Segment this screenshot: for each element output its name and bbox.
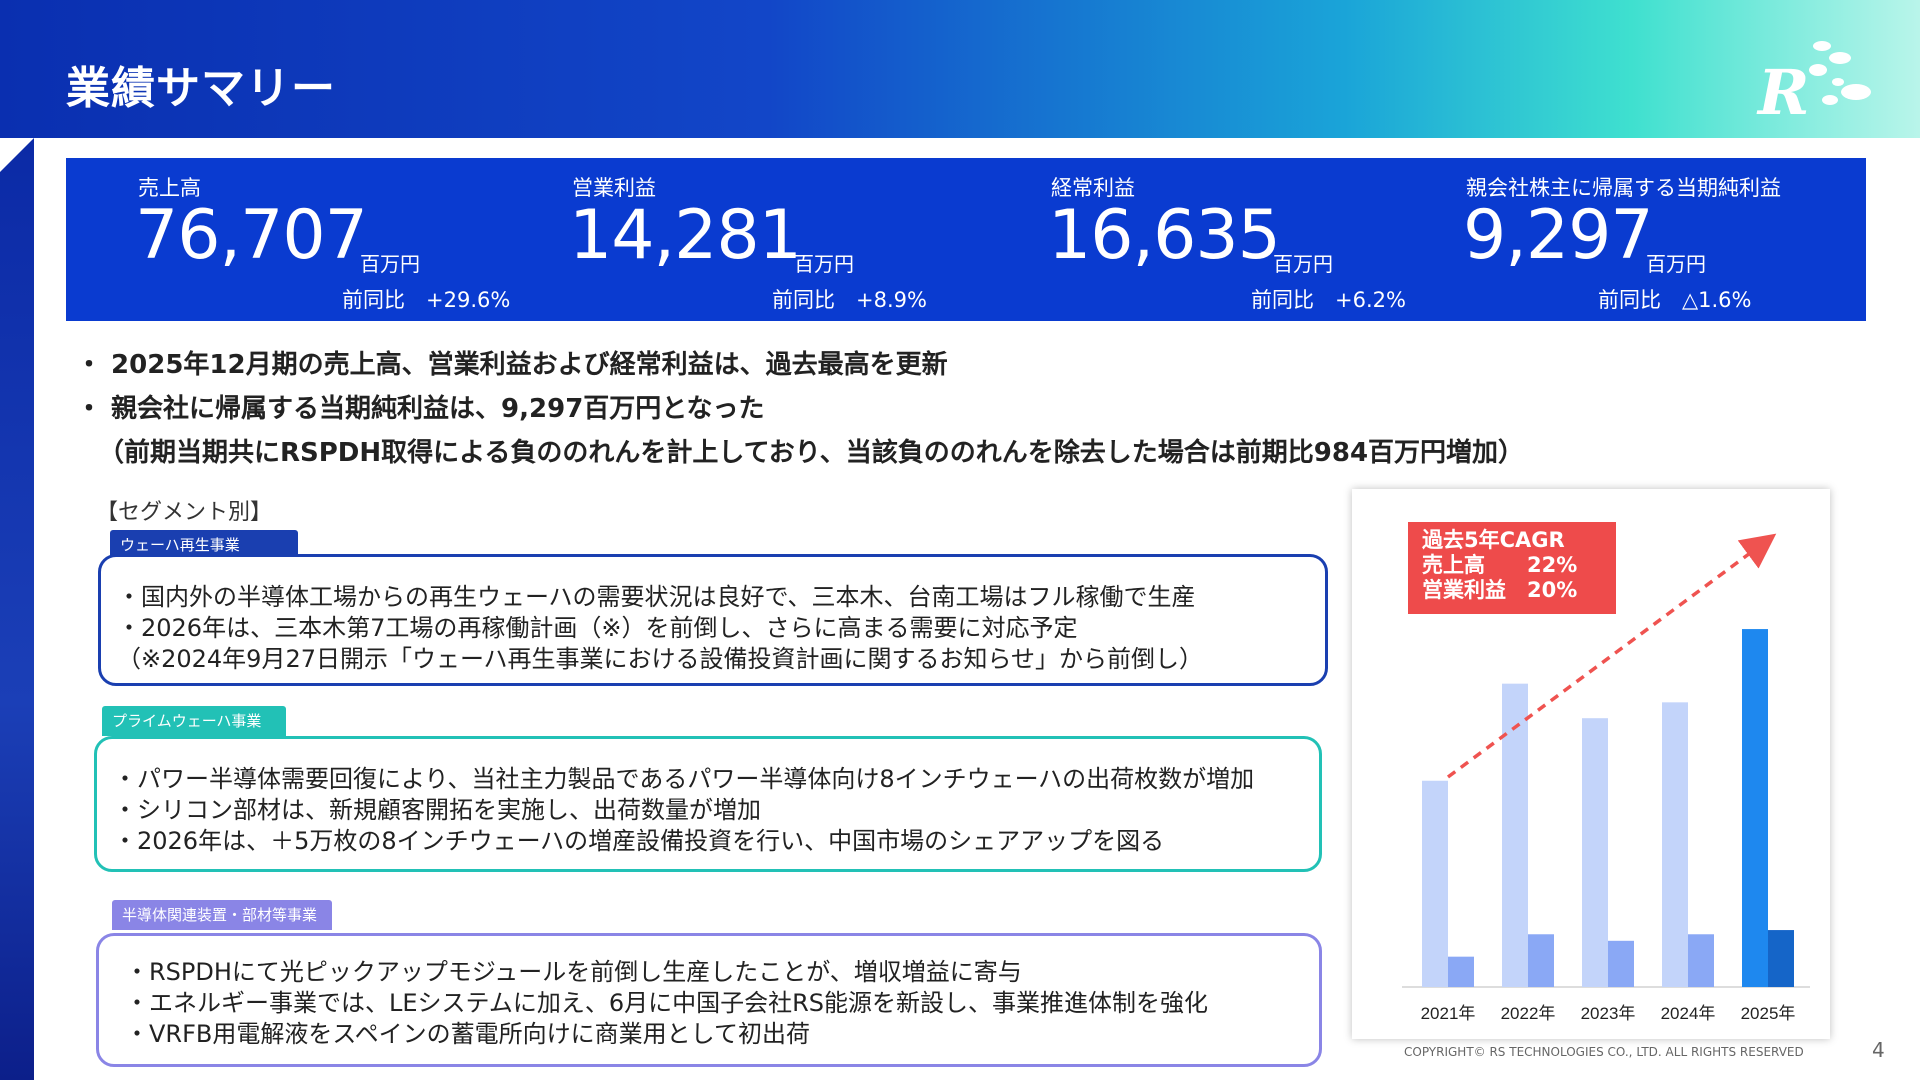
- kpi-value: 14,281: [569, 196, 802, 275]
- segment-heading: 【セグメント別】: [96, 500, 273, 525]
- kpi-unit: 百万円: [1273, 252, 1333, 276]
- segment-line: ・エネルギー事業では、LEシステムに加え、6月に中国子会社RS能源を新設し、事業…: [125, 989, 1208, 1017]
- bar-operating-income-2: [1528, 934, 1554, 987]
- side-band: [0, 138, 34, 1080]
- segment-line: ・VRFB用電解液をスペインの蓄電所向けに商業用として初出荷: [125, 1020, 810, 1048]
- kpi-unit: 百万円: [360, 252, 420, 276]
- bar-operating-income-3: [1608, 940, 1634, 987]
- segment-tag-equipment: 半導体関連装置・部材等事業: [112, 900, 332, 930]
- bar-revenue-3: [1582, 718, 1608, 987]
- bar-revenue-4: [1662, 702, 1688, 987]
- segment-box-prime-wafer: ・パワー半導体需要回復により、当社主力製品であるパワー半導体向け8インチウェーハ…: [94, 736, 1322, 872]
- segment-line: ・シリコン部材は、新規顧客開拓を実施し、出荷数量が増加: [113, 796, 761, 824]
- summary-bullet: ・ 2025年12月期の売上高、営業利益および経常利益は、過去最高を更新: [76, 350, 948, 380]
- segment-line: ・RSPDHにて光ピックアップモジュールを前倒し生産したことが、増収増益に寄与: [125, 958, 1022, 986]
- kpi-unit: 百万円: [1646, 252, 1706, 276]
- kpi-yoy: 前同比 +6.2%: [1251, 288, 1406, 312]
- bar-operating-income-1: [1448, 956, 1474, 987]
- segment-line: ・パワー半導体需要回復により、当社主力製品であるパワー半導体向け8インチウェーハ…: [113, 765, 1255, 793]
- segment-tag-prime-wafer: プライムウェーハ事業: [102, 706, 286, 736]
- segment-box-equipment: ・RSPDHにて光ピックアップモジュールを前倒し生産したことが、増収増益に寄与 …: [96, 933, 1322, 1067]
- segment-line: ・国内外の半導体工場からの再生ウェーハの需要状況は良好で、三本木、台南工場はフル…: [117, 583, 1196, 611]
- kpi-yoy: 前同比 +8.9%: [772, 288, 927, 312]
- copyright: COPYRIGHT© RS TECHNOLOGIES CO., LTD. ALL…: [1404, 1045, 1804, 1059]
- logo-letter: R: [1756, 56, 1810, 126]
- summary-note: （前期当期共にRSPDH取得による負ののれんを計上しており、当該負ののれんを除去…: [98, 438, 1525, 468]
- segment-line: ・2026年は、＋5万枚の8インチウェーハの増産設備投資を行い、中国市場のシェア…: [113, 827, 1165, 855]
- bar-revenue-5: [1742, 629, 1768, 987]
- cagr-revenue: 売上高 22%: [1422, 553, 1578, 577]
- segment-box-wafer-reclaim: ・国内外の半導体工場からの再生ウェーハの需要状況は良好で、三本木、台南工場はフル…: [98, 554, 1328, 686]
- x-tick-label: 2021年: [1421, 1004, 1476, 1023]
- x-tick-label: 2024年: [1661, 1004, 1716, 1023]
- page-title: 業績サマリー: [66, 63, 336, 114]
- cagr-operating-income: 営業利益 20%: [1422, 578, 1578, 602]
- segment-line: ・2026年は、三本木第7工場の再稼働計画（※）を前倒し、さらに高まる需要に対応…: [117, 614, 1078, 642]
- kpi-yoy: 前同比 △1.6%: [1598, 288, 1752, 312]
- x-tick-label: 2025年: [1741, 1004, 1796, 1023]
- bar-operating-income-5: [1768, 930, 1794, 987]
- summary-bullet: ・ 親会社に帰属する当期純利益は、9,297百万円となった: [76, 394, 765, 424]
- bar-revenue-1: [1422, 780, 1448, 987]
- kpi-yoy: 前同比 +29.6%: [342, 288, 511, 312]
- x-tick-label: 2022年: [1501, 1004, 1556, 1023]
- cagr-title: 過去5年CAGR: [1422, 528, 1565, 552]
- bar-operating-income-4: [1688, 934, 1714, 987]
- kpi-unit: 百万円: [794, 252, 854, 276]
- kpi-bar: 売上高 76,707 百万円 前同比 +29.6% 営業利益 14,281 百万…: [66, 158, 1866, 321]
- kpi-value: 76,707: [135, 196, 368, 275]
- cagr-box: 過去5年CAGR 売上高 22% 営業利益 20%: [1408, 522, 1616, 614]
- corner-cut: [0, 138, 34, 172]
- x-tick-label: 2023年: [1581, 1004, 1636, 1023]
- kpi-value: 9,297: [1463, 196, 1654, 275]
- page-number: 4: [1872, 1038, 1885, 1062]
- kpi-value: 16,635: [1048, 196, 1281, 275]
- company-logo: R: [1756, 41, 1871, 126]
- segment-line: （※2024年9月27日開示「ウェーハ再生事業における設備投資計画に関するお知ら…: [117, 645, 1204, 673]
